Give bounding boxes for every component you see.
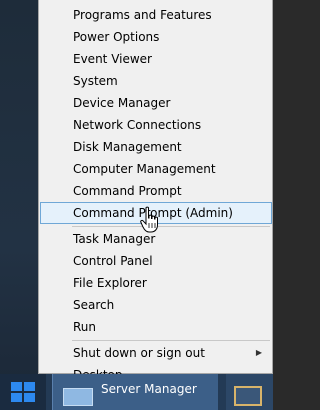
taskbar-app-file-explorer[interactable]	[226, 374, 273, 410]
menu-item-search[interactable]: Search	[40, 294, 272, 316]
menu-item-desktop[interactable]: Desktop	[40, 364, 272, 382]
menu-item-programs-and-features[interactable]: Programs and Features	[40, 4, 272, 26]
menu-item-shut-down-or-sign-out[interactable]: Shut down or sign out ▶	[40, 342, 272, 364]
winx-power-user-menu: Programs and Features Power Options Even…	[38, 0, 273, 382]
hand-pointer-icon	[140, 206, 158, 233]
menu-item-run[interactable]: Run	[40, 316, 272, 338]
menu-separator	[72, 226, 270, 227]
taskbar-app-server-manager[interactable]: Server Manager	[52, 374, 218, 410]
start-button[interactable]	[0, 374, 46, 410]
chevron-right-icon: ▶	[255, 348, 262, 357]
server-manager-icon	[63, 388, 93, 406]
taskbar-app-label: Server Manager	[101, 382, 197, 396]
menu-item-system[interactable]: System	[40, 70, 272, 92]
menu-item-label: Shut down or sign out	[73, 346, 205, 360]
menu-item-file-explorer[interactable]: File Explorer	[40, 272, 272, 294]
menu-item-computer-management[interactable]: Computer Management	[40, 158, 272, 180]
menu-separator	[72, 340, 270, 341]
menu-item-event-viewer[interactable]: Event Viewer	[40, 48, 272, 70]
menu-item-network-connections[interactable]: Network Connections	[40, 114, 272, 136]
menu-item-power-options[interactable]: Power Options	[40, 26, 272, 48]
menu-item-device-manager[interactable]: Device Manager	[40, 92, 272, 114]
folder-icon	[234, 386, 262, 406]
menu-item-command-prompt[interactable]: Command Prompt	[40, 180, 272, 202]
menu-item-control-panel[interactable]: Control Panel	[40, 250, 272, 272]
windows-logo-icon	[11, 382, 35, 402]
menu-item-disk-management[interactable]: Disk Management	[40, 136, 272, 158]
